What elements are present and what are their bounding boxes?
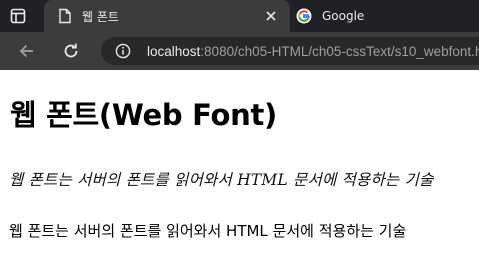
tab-strip: 웹 폰트 Google (0, 0, 479, 32)
back-arrow-icon[interactable] (17, 41, 37, 61)
tab-webfont[interactable]: 웹 폰트 (44, 0, 290, 32)
address-bar[interactable]: localhost:8080/ch05-HTML/ch05-cssText/s1… (101, 37, 479, 65)
reload-icon[interactable] (61, 41, 81, 61)
google-icon (296, 8, 312, 24)
url-text: localhost:8080/ch05-HTML/ch05-cssText/s1… (147, 44, 479, 59)
close-icon[interactable] (264, 9, 278, 23)
browser-toolbar: localhost:8080/ch05-HTML/ch05-cssText/s1… (0, 32, 479, 70)
url-host: localhost (147, 43, 201, 59)
info-icon[interactable] (115, 43, 131, 59)
page-content: 웹 폰트(Web Font) 웹 폰트는 서버의 폰트를 읽어와서 HTML 문… (0, 70, 479, 256)
tab-google[interactable]: Google (290, 0, 479, 32)
tab-search-icon[interactable] (10, 8, 26, 24)
tab-title: Google (322, 9, 365, 23)
url-path: :8080/ch05-HTML/ch05-cssText/s10_webfont… (200, 43, 479, 59)
webfont-paragraph: 웹 폰트는 서버의 폰트를 읽어와서 HTML 문서에 적용하는 기술 (9, 171, 434, 189)
document-icon (58, 8, 72, 24)
tab-title: 웹 폰트 (82, 9, 119, 24)
page-heading: 웹 폰트(Web Font) (10, 98, 277, 132)
default-font-paragraph: 웹 폰트는 서버의 폰트를 읽어와서 HTML 문서에 적용하는 기술 (9, 222, 407, 240)
